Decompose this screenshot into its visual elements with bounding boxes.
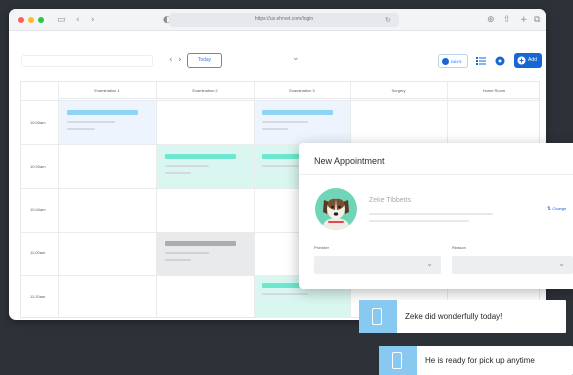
forward-arrow-icon[interactable]: › [91,14,95,26]
day-view-toggle[interactable]: DAYS [438,54,468,68]
swap-icon: ⇅ [547,206,552,212]
appointment-detail-line [165,172,191,174]
calendar-toolbar: ‹ › Today ⌄ DAYS Add [9,31,546,71]
patient-name: Zeke Tibbetts [369,197,412,204]
phone-icon [372,308,382,325]
patient-detail-line [369,213,493,215]
appointment-detail-line [67,121,115,123]
settings-icon[interactable] [495,56,505,66]
time-label: 10:40am [30,207,46,212]
appointment-title-bar [262,110,333,115]
chevron-down-icon: ⌄ [426,259,433,268]
message-text: He is ready for pick up anytime [425,356,535,365]
next-day-button[interactable]: › [178,55,182,65]
column-divider [156,82,157,317]
appointment-detail-line [165,165,209,167]
appointment-detail-line [262,121,308,123]
change-patient-link[interactable]: ⇅ Change [547,206,566,212]
modal-title: New Appointment [314,156,385,166]
chevron-down-icon: ⌄ [558,259,565,268]
message-bubble: He is ready for pick up anytime [379,346,573,375]
appointment-detail-line [67,128,95,130]
new-tab-icon[interactable]: + [520,14,528,26]
message-icon-box [379,346,417,375]
download-icon[interactable]: ⊕ [487,14,495,26]
appointment-detail-line [165,259,191,261]
appointment-detail-line [262,293,308,295]
message-bubble: Zeke did wonderfully today! [359,300,566,333]
url-text: https://us.ehrvet.com/login [254,16,314,22]
message-icon-box [359,300,397,333]
patient-avatar [315,188,357,230]
appointment-title-bar [165,154,236,159]
appointment-title-bar [165,241,236,246]
column-header-examination-3: Examination 3 [254,82,350,99]
back-arrow-icon[interactable]: ‹ [76,14,80,26]
minimize-window-dot[interactable] [28,17,34,23]
change-label: Change [552,206,567,211]
zoom-window-dot[interactable] [38,17,44,23]
search-input[interactable] [21,55,153,67]
prev-day-button[interactable]: ‹ [169,55,173,65]
time-label: 10:20am [30,164,46,169]
add-button-label: Add [528,57,537,63]
column-header-home-room: Home Room [447,82,541,99]
appointment-block[interactable] [59,101,156,144]
appointment-title-bar [67,110,138,115]
message-text: Zeke did wonderfully today! [405,312,503,321]
today-button[interactable]: Today [187,53,222,68]
browser-chrome: ▭ ‹ › ◐ https://us.ehrvet.com/login ↻ ⊕ … [9,9,546,31]
day-view-label: DAYS [451,59,462,64]
list-view-icon[interactable] [476,56,486,66]
column-header-examination-2: Examination 2 [156,82,254,99]
provider-label: Provider [314,245,329,250]
provider-select[interactable]: ⌄ [314,256,441,274]
add-appointment-button[interactable]: Add [514,53,542,68]
toggle-dot-icon [442,58,449,65]
reload-icon[interactable]: ↻ [385,14,391,26]
appointment-detail-line [262,128,288,130]
chevron-down-icon[interactable]: ⌄ [292,53,300,63]
time-label: 10:00am [30,120,46,125]
plus-circle-icon [517,56,526,65]
close-window-dot[interactable] [18,17,24,23]
reason-label: Reason [452,245,466,250]
time-label: 11:20am [30,294,46,299]
patient-detail-line [369,220,469,222]
address-bar[interactable]: https://us.ehrvet.com/login [169,13,399,27]
time-label: 11:00am [30,250,46,255]
appointment-detail-line [165,252,209,254]
dog-photo-icon [323,198,349,230]
reason-select[interactable]: ⌄ [452,256,573,274]
appointment-block[interactable] [255,101,350,144]
appointment-block[interactable] [157,145,254,188]
appointment-block[interactable] [157,232,254,275]
share-icon[interactable]: ⇧ [503,14,511,26]
phone-icon [392,352,402,369]
column-header-examination-1: Examination 1 [58,82,156,99]
new-appointment-modal: New Appointment Zeke Tibbetts ⇅ Change P… [299,143,573,289]
tabs-overview-icon[interactable]: ⧉ [534,14,540,26]
sidebar-icon[interactable]: ▭ [57,14,66,26]
modal-divider [299,174,573,175]
column-header-surgery: Surgery [350,82,447,99]
